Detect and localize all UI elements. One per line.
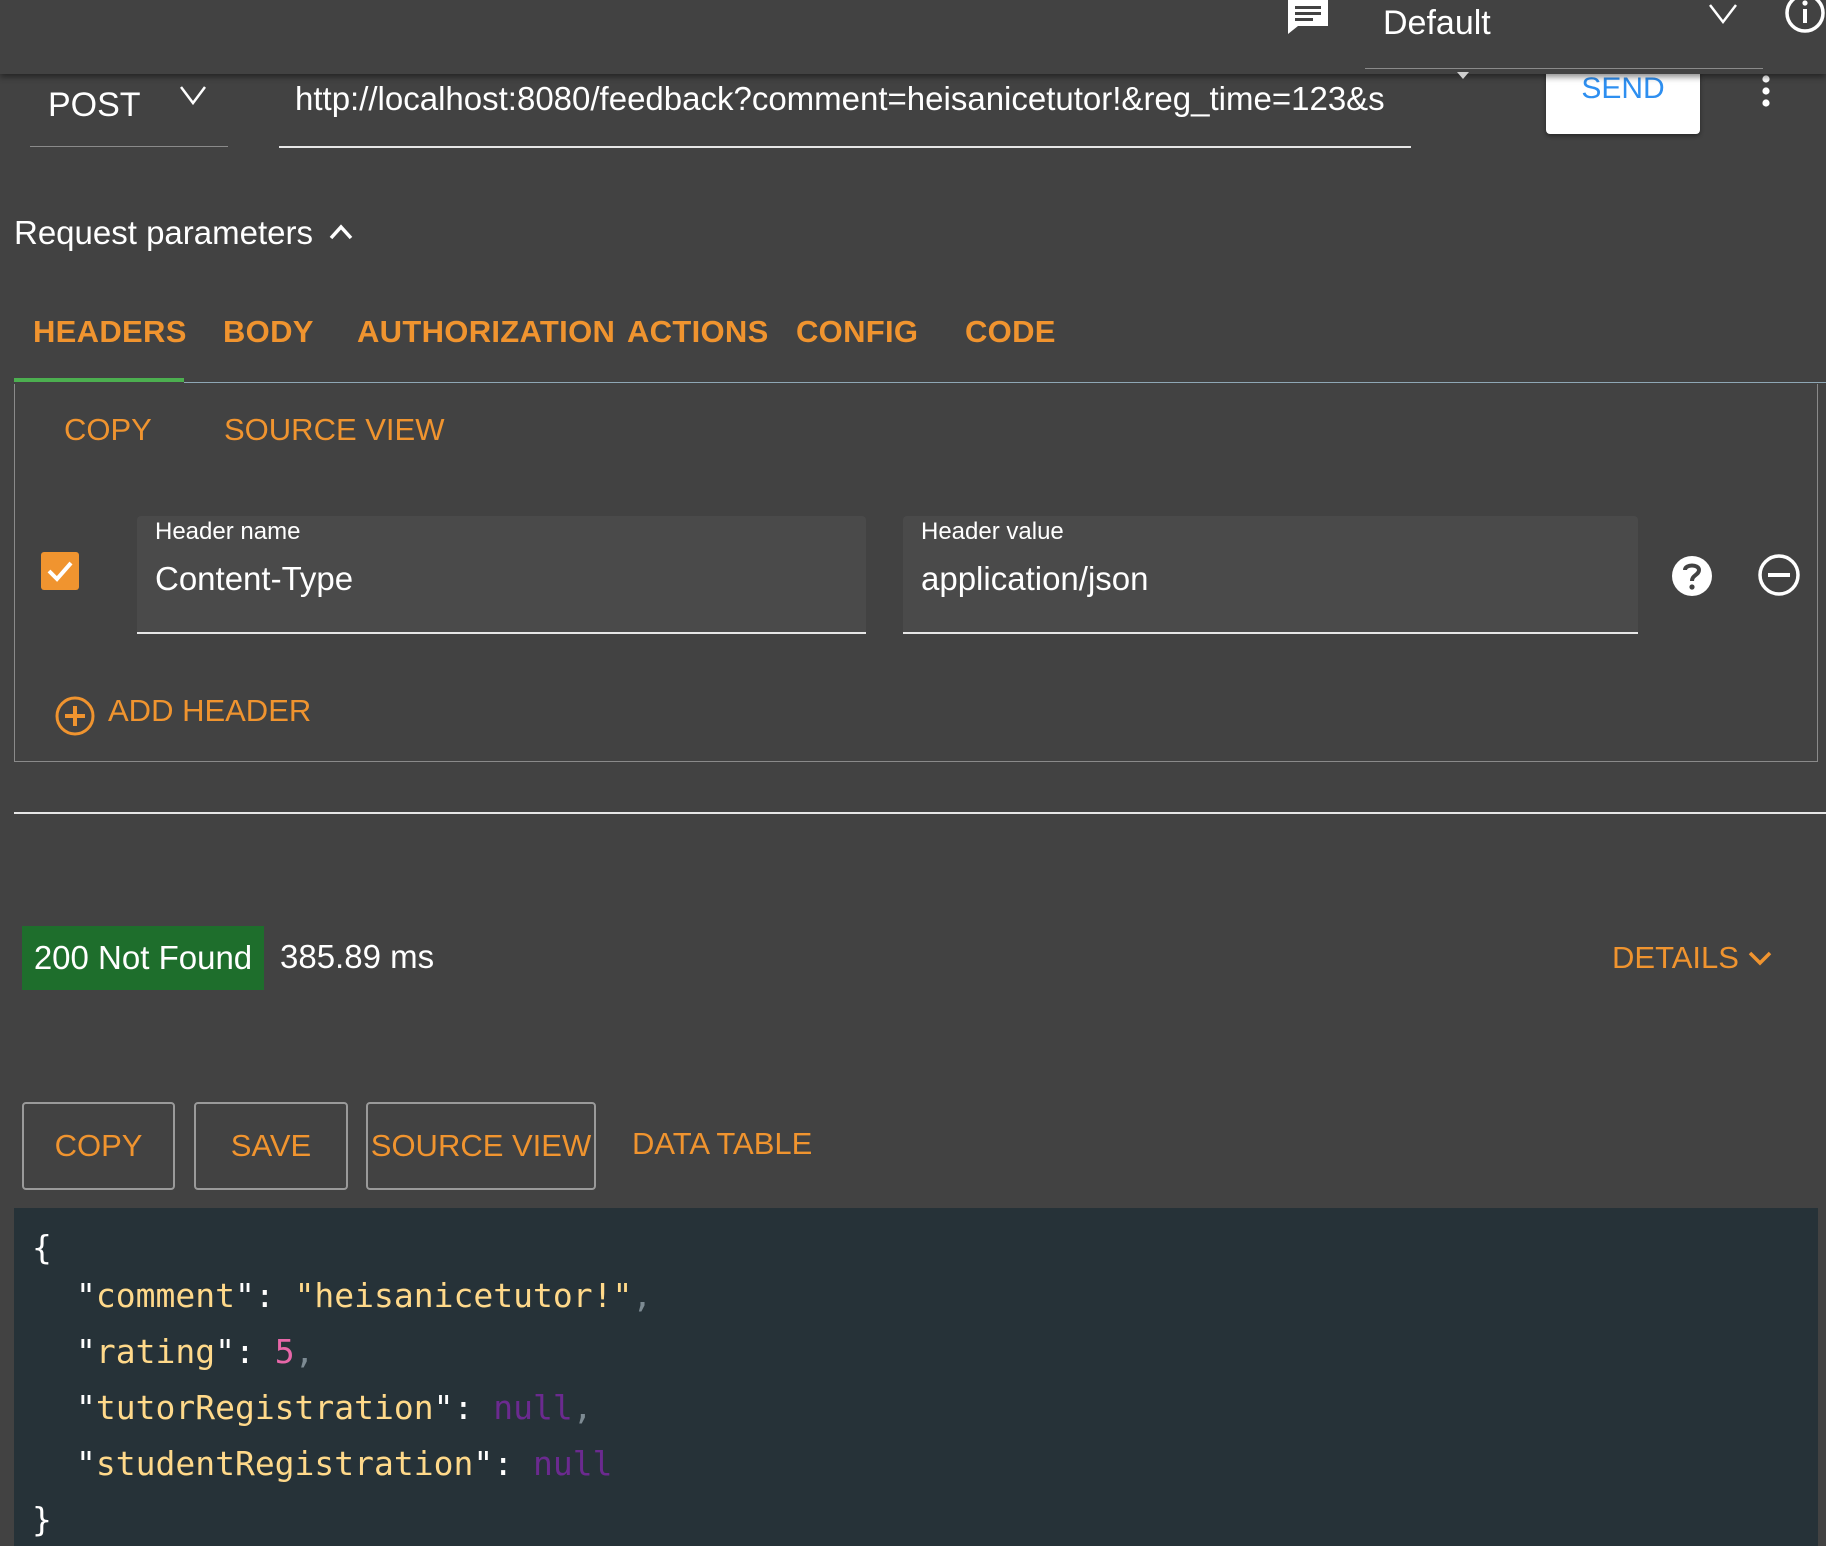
response-source-view-button[interactable]: SOURCE VIEW xyxy=(366,1102,596,1190)
headers-source-view-button[interactable]: SOURCE VIEW xyxy=(224,412,444,448)
active-tab-indicator xyxy=(14,378,184,382)
response-time: 385.89 ms xyxy=(280,938,435,975)
json-line: "studentRegistration": null xyxy=(76,1444,613,1483)
header-name-value: Content-Type xyxy=(155,560,354,597)
header-value-value: application/json xyxy=(921,560,1149,597)
json-line: "tutorRegistration": null, xyxy=(76,1388,593,1427)
section-divider xyxy=(14,812,1826,814)
chevron-down-icon[interactable] xyxy=(1746,948,1774,970)
url-value: http://localhost:8080/feedback?comment=h… xyxy=(295,80,1385,117)
header-name-field[interactable]: Header name Content-Type xyxy=(137,516,866,634)
environment-select[interactable]: Default xyxy=(1365,0,1763,79)
environment-label: Default xyxy=(1383,4,1491,42)
chat-icon[interactable] xyxy=(1286,0,1330,34)
add-header-label: ADD HEADER xyxy=(108,693,312,728)
status-badge: 200 Not Found xyxy=(22,926,264,990)
request-parameters-title: Request parameters xyxy=(14,214,313,251)
json-key: comment xyxy=(95,1276,235,1315)
response-body-viewer: { "comment": "heisanicetutor!", "rating"… xyxy=(14,1208,1818,1546)
header-value-field[interactable]: Header value application/json xyxy=(903,516,1638,634)
tab-authorization[interactable]: AUTHORIZATION xyxy=(357,314,615,350)
dropdown-arrow-icon xyxy=(1457,72,1469,79)
json-line: "comment": "heisanicetutor!", xyxy=(76,1276,653,1315)
json-key: tutorRegistration xyxy=(95,1388,434,1427)
tab-actions[interactable]: ACTIONS xyxy=(627,314,769,350)
header-name-label: Header name xyxy=(155,518,301,545)
json-key: studentRegistration xyxy=(95,1444,474,1483)
chevron-down-icon xyxy=(1707,2,1739,26)
request-tabs: HEADERS BODY AUTHORIZATION ACTIONS CONFI… xyxy=(14,300,1826,380)
header-enabled-checkbox[interactable] xyxy=(41,552,79,590)
tab-headers[interactable]: HEADERS xyxy=(33,314,187,350)
response-copy-button[interactable]: COPY xyxy=(22,1102,175,1190)
json-open-brace: { xyxy=(32,1228,52,1267)
json-value-null: null xyxy=(532,1444,613,1483)
json-value-string: "heisanicetutor!" xyxy=(294,1276,633,1315)
method-select[interactable]: POST xyxy=(30,78,228,147)
json-value-number: 5 xyxy=(274,1332,295,1371)
headers-copy-button[interactable]: COPY xyxy=(64,412,152,448)
chevron-up-icon[interactable] xyxy=(326,220,356,244)
info-icon[interactable] xyxy=(1784,0,1826,34)
json-key: rating xyxy=(95,1332,216,1371)
send-button[interactable]: SEND xyxy=(1546,68,1700,134)
remove-header-icon[interactable] xyxy=(1757,553,1801,597)
header-value-label: Header value xyxy=(921,518,1064,545)
help-icon[interactable] xyxy=(1671,555,1713,597)
tab-config[interactable]: CONFIG xyxy=(796,314,918,350)
add-circle-icon xyxy=(55,696,95,736)
tab-divider xyxy=(184,382,1826,383)
url-input[interactable]: http://localhost:8080/feedback?comment=h… xyxy=(279,78,1411,148)
json-value-null: null xyxy=(493,1388,573,1427)
json-close-brace: } xyxy=(32,1500,52,1539)
response-data-table-button[interactable]: DATA TABLE xyxy=(632,1126,812,1162)
more-vert-icon[interactable] xyxy=(1756,74,1776,112)
details-button[interactable]: DETAILS xyxy=(1612,940,1739,976)
tab-code[interactable]: CODE xyxy=(965,314,1056,350)
tab-body[interactable]: BODY xyxy=(223,314,314,350)
method-label: POST xyxy=(48,86,141,124)
response-save-button[interactable]: SAVE xyxy=(194,1102,348,1190)
json-line: "rating": 5, xyxy=(76,1332,315,1371)
chevron-down-icon xyxy=(178,84,208,106)
check-icon xyxy=(47,561,73,582)
